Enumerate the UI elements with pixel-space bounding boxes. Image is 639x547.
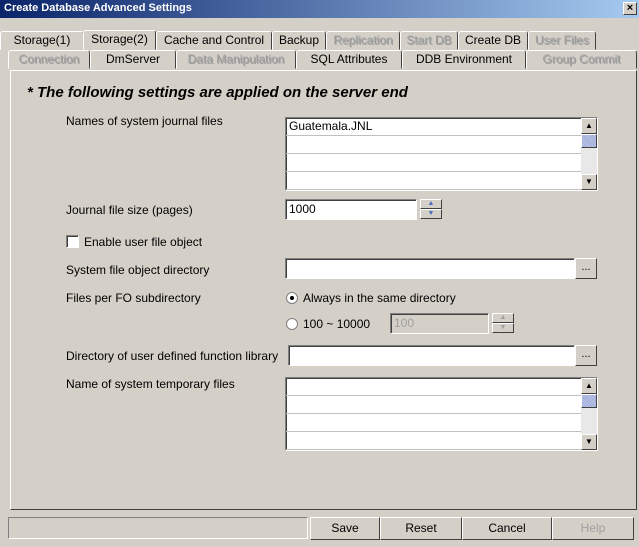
tab-ddb-environment[interactable]: DDB Environment bbox=[402, 50, 526, 69]
save-button[interactable]: Save bbox=[310, 517, 380, 540]
fo-directory-input[interactable] bbox=[285, 258, 575, 279]
scroll-down-icon[interactable]: ▼ bbox=[581, 434, 597, 450]
spin-down-icon[interactable]: ▼ bbox=[420, 209, 442, 219]
fo-subdir-count-input: 100 bbox=[390, 313, 489, 334]
fo-subdir-range-radio[interactable] bbox=[286, 318, 298, 330]
list-item[interactable] bbox=[286, 378, 597, 396]
scroll-down-icon[interactable]: ▼ bbox=[581, 174, 597, 190]
user-file-object-checkbox[interactable] bbox=[66, 235, 79, 248]
scroll-thumb[interactable] bbox=[581, 394, 597, 408]
udf-library-browse-button[interactable]: ... bbox=[575, 345, 597, 366]
section-header: * The following settings are applied on … bbox=[27, 84, 408, 101]
reset-button[interactable]: Reset bbox=[380, 517, 462, 540]
tab-storage-1[interactable]: Storage(1) bbox=[0, 31, 84, 50]
temp-files-scrollbar[interactable]: ▲ ▼ bbox=[581, 378, 597, 450]
journal-size-input[interactable]: 1000 bbox=[285, 199, 417, 220]
tab-user-files: User Files bbox=[528, 31, 596, 50]
journal-files-label: Names of system journal files bbox=[66, 114, 223, 128]
journal-files-list[interactable]: Guatemala.JNL ▲ ▼ bbox=[285, 117, 598, 191]
list-item[interactable] bbox=[286, 414, 597, 432]
fo-subdir-same-radio[interactable] bbox=[286, 292, 298, 304]
udf-library-label: Directory of user defined function libra… bbox=[66, 349, 279, 363]
fo-directory-label: System file object directory bbox=[66, 263, 210, 277]
tab-replication: Replication bbox=[326, 31, 400, 50]
list-item[interactable]: Guatemala.JNL bbox=[286, 118, 597, 136]
scroll-up-icon[interactable]: ▲ bbox=[581, 118, 597, 134]
list-item[interactable] bbox=[286, 396, 597, 414]
tab-group-commit: Group Commit bbox=[526, 50, 637, 69]
tab-cache-and-control[interactable]: Cache and Control bbox=[156, 31, 272, 50]
list-item[interactable] bbox=[286, 136, 597, 154]
spin-up-icon: ▲ bbox=[492, 313, 514, 323]
tab-create-db[interactable]: Create DB bbox=[458, 31, 528, 50]
fo-directory-browse-button[interactable]: ... bbox=[575, 258, 597, 279]
tab-connection: Connection bbox=[8, 50, 90, 69]
status-bar bbox=[8, 517, 308, 539]
temp-files-list[interactable]: ▲ ▼ bbox=[285, 377, 598, 451]
cancel-button[interactable]: Cancel bbox=[462, 517, 552, 540]
fo-subdir-count-stepper: ▲ ▼ bbox=[492, 313, 514, 334]
tab-storage-2[interactable]: Storage(2) bbox=[83, 30, 156, 50]
journal-scrollbar[interactable]: ▲ ▼ bbox=[581, 118, 597, 190]
close-icon[interactable]: × bbox=[623, 2, 637, 15]
spin-up-icon[interactable]: ▲ bbox=[420, 199, 442, 209]
tab-data-manipulation: Data Manipulation bbox=[176, 50, 296, 69]
list-item[interactable] bbox=[286, 172, 597, 190]
list-item[interactable] bbox=[286, 154, 597, 172]
window-titlebar: Create Database Advanced Settings × bbox=[0, 0, 639, 18]
window-title: Create Database Advanced Settings bbox=[4, 2, 192, 14]
scroll-up-icon[interactable]: ▲ bbox=[581, 378, 597, 394]
fo-subdir-label: Files per FO subdirectory bbox=[66, 291, 201, 305]
help-button: Help bbox=[552, 517, 634, 540]
tab-start-db: Start DB bbox=[400, 31, 458, 50]
fo-subdir-range-label: 100 ~ 10000 bbox=[303, 317, 371, 331]
temp-files-label: Name of system temporary files bbox=[66, 377, 235, 391]
tab-sql-attributes[interactable]: SQL Attributes bbox=[296, 50, 402, 69]
fo-subdir-same-label: Always in the same directory bbox=[303, 291, 456, 305]
udf-library-input[interactable] bbox=[288, 345, 575, 366]
journal-size-stepper[interactable]: ▲ ▼ bbox=[420, 199, 442, 220]
tab-backup[interactable]: Backup bbox=[272, 31, 326, 50]
scroll-thumb[interactable] bbox=[581, 134, 597, 148]
journal-size-label: Journal file size (pages) bbox=[66, 203, 193, 217]
tab-dmserver[interactable]: DmServer bbox=[90, 50, 176, 69]
spin-down-icon: ▼ bbox=[492, 323, 514, 333]
user-file-object-label: Enable user file object bbox=[84, 235, 203, 249]
list-item[interactable] bbox=[286, 432, 597, 450]
